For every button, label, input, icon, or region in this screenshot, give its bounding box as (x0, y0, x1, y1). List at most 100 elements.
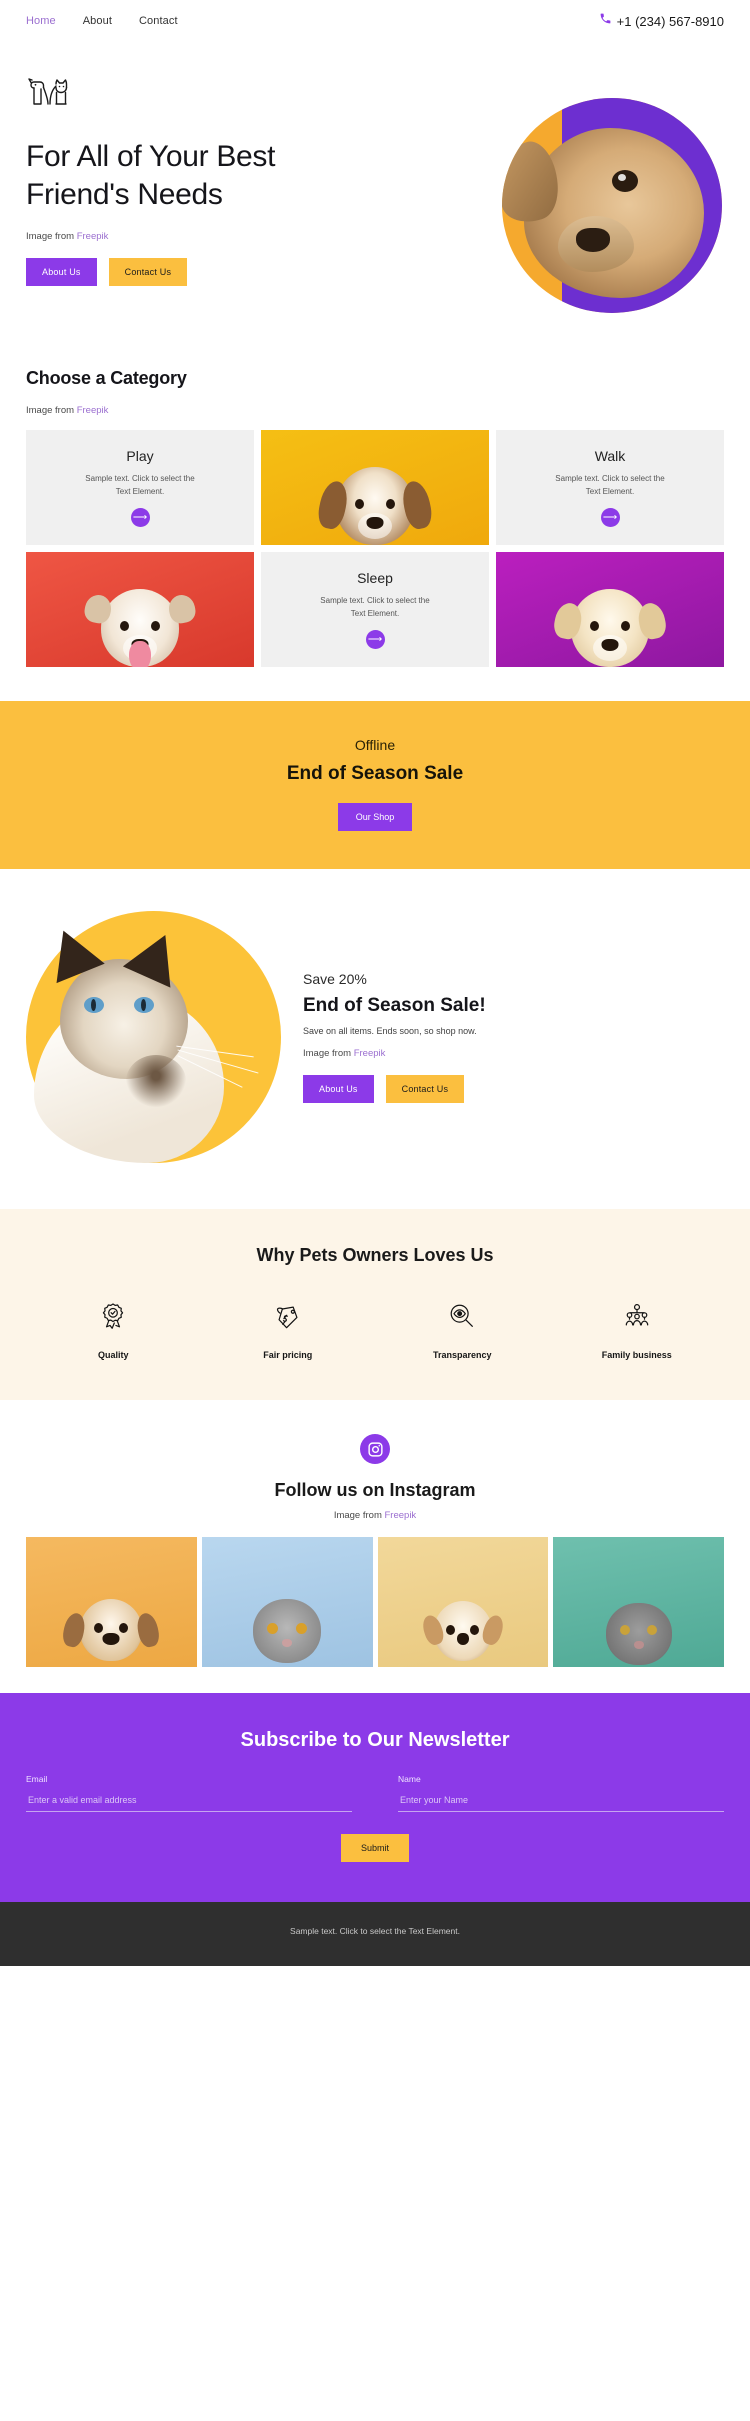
promo-credit-prefix: Image from (303, 1048, 354, 1059)
promo-image-credit: Image from Freepik (303, 1048, 724, 1059)
name-input[interactable] (398, 1791, 724, 1812)
hero-about-us-button[interactable]: About Us (26, 257, 97, 286)
instagram-heading: Follow us on Instagram (274, 1480, 476, 1500)
cat-face-mask (126, 1055, 186, 1107)
pet-nose (633, 1641, 644, 1649)
instagram-icon[interactable] (360, 1434, 390, 1464)
promo-about-us-button[interactable]: About Us (303, 1075, 374, 1103)
why-item-label: Fair pricing (263, 1350, 313, 1360)
pet-eyes (101, 621, 179, 631)
submit-button[interactable]: Submit (340, 1834, 409, 1862)
award-badge-icon (26, 1296, 201, 1336)
pet-tongue (129, 641, 151, 667)
sale-kicker: Offline (354, 737, 396, 753)
why-section: Why Pets Owners Loves Us Quality Fair pr… (0, 1209, 750, 1400)
nav-link-about[interactable]: About (83, 15, 112, 27)
dog-cat-logo-icon (26, 72, 72, 116)
name-field-group: Name (398, 1774, 724, 1812)
instagram-section: Follow us on Instagram Image from Freepi… (0, 1400, 750, 1667)
phone-number[interactable]: +1 (234) 567-8910 (617, 14, 724, 29)
category-card-title: Play (126, 447, 154, 464)
pet-eyes (336, 499, 414, 509)
instagram-photo-cat-looking-up[interactable] (553, 1537, 724, 1667)
category-card-play[interactable]: Play Sample text. Click to select the Te… (26, 430, 254, 545)
gallery-pet (605, 1603, 672, 1665)
arrow-right-icon[interactable]: ⟶ (365, 630, 385, 650)
nav-phone-group[interactable]: +1 (234) 567-8910 (599, 12, 724, 30)
why-grid: Quality Fair pricing Transparency Family… (26, 1296, 724, 1360)
why-item-label: Transparency (432, 1350, 492, 1360)
category-credit-link[interactable]: Freepik (77, 405, 109, 416)
pet-head (253, 1599, 322, 1663)
phone-icon (599, 12, 612, 30)
hero-dog-image (502, 98, 722, 313)
category-card-image-beagle[interactable] (261, 430, 489, 545)
instagram-credit-prefix: Image from (333, 1510, 385, 1521)
gallery-pet (419, 1601, 507, 1661)
pet-nose (102, 1633, 120, 1645)
pet-eyes (571, 621, 649, 631)
pet-head (551, 589, 669, 667)
why-item-family-business: Family business (550, 1296, 725, 1360)
promo-title: End of Season Sale! (303, 995, 486, 1016)
why-item-label: Family business (601, 1350, 672, 1360)
hero-contact-us-button[interactable]: Contact Us (108, 257, 188, 286)
hero-credit-link[interactable]: Freepik (77, 231, 109, 242)
price-tag-icon (201, 1296, 376, 1336)
instagram-credit-link[interactable]: Freepik (385, 1510, 417, 1521)
top-navigation-bar: Home About Contact +1 (234) 567-8910 (0, 0, 750, 42)
arrow-right-icon[interactable]: ⟶ (600, 508, 620, 528)
category-card-walk[interactable]: Walk Sample text. Click to select the Te… (496, 430, 724, 545)
sale-title: End of Season Sale (286, 763, 464, 784)
pet-head (315, 467, 435, 545)
pet-nose (282, 1639, 293, 1647)
promo-section: Save 20% End of Season Sale! Save on all… (0, 869, 750, 1209)
instagram-image-credit: Image from Freepik (0, 1510, 750, 1521)
name-label: Name (398, 1774, 421, 1784)
category-card-title: Sleep (357, 569, 393, 586)
instagram-gallery (0, 1537, 750, 1667)
instagram-photo-dog[interactable] (26, 1537, 197, 1667)
category-credit-prefix: Image from (26, 405, 77, 416)
hero-section: For All of Your Best Friend's Needs Imag… (0, 42, 750, 342)
category-card-text: Sample text. Click to select the Text El… (85, 473, 195, 496)
category-card-image-golden-retriever[interactable] (496, 552, 724, 667)
newsletter-section: Subscribe to Our Newsletter Email Name S… (0, 1693, 750, 1902)
beagle-puppy-illustration (315, 467, 435, 545)
footer-text: Sample text. Click to select the Text El… (290, 1926, 460, 1936)
category-card-sleep[interactable]: Sleep Sample text. Click to select the T… (261, 552, 489, 667)
category-image-credit: Image from Freepik (26, 405, 724, 416)
instagram-photo-chihuahua[interactable] (377, 1537, 549, 1667)
why-item-fair-pricing: Fair pricing (201, 1296, 376, 1360)
category-card-title: Walk (594, 447, 626, 464)
sale-banner: Offline End of Season Sale Our Shop (0, 701, 750, 869)
email-input[interactable] (26, 1791, 352, 1812)
category-card-image-bulldog[interactable] (26, 552, 254, 667)
newsletter-fields: Email Name (26, 1774, 724, 1812)
promo-button-row: About Us Contact Us (303, 1075, 724, 1103)
promo-credit-link[interactable]: Freepik (354, 1048, 386, 1059)
family-tree-icon (550, 1296, 725, 1336)
hero-title: For All of Your Best Friend's Needs (26, 140, 276, 212)
instagram-photo-grey-cat[interactable] (201, 1537, 373, 1667)
pet-head (605, 1603, 672, 1665)
category-section: Choose a Category Image from Freepik Pla… (0, 368, 750, 667)
pet-nose (601, 639, 619, 651)
nav-links: Home About Contact (26, 15, 178, 27)
hero-dog-nose (576, 228, 610, 252)
cat-eye-right (134, 997, 154, 1013)
why-item-transparency: Transparency (375, 1296, 550, 1360)
our-shop-button[interactable]: Our Shop (337, 803, 413, 831)
newsletter-heading: Subscribe to Our Newsletter (240, 1729, 510, 1751)
golden-retriever-illustration (551, 589, 669, 667)
pet-head (82, 589, 198, 667)
category-card-text: Sample text. Click to select the Text El… (320, 595, 430, 618)
pet-head (419, 1601, 507, 1661)
nav-link-home[interactable]: Home (26, 15, 56, 27)
why-item-label: Quality (97, 1350, 129, 1360)
promo-contact-us-button[interactable]: Contact Us (385, 1075, 465, 1103)
arrow-right-icon[interactable]: ⟶ (130, 508, 150, 528)
nav-link-contact[interactable]: Contact (139, 15, 178, 27)
category-card-text: Sample text. Click to select the Text El… (555, 473, 665, 496)
pet-eyes (606, 1625, 672, 1635)
